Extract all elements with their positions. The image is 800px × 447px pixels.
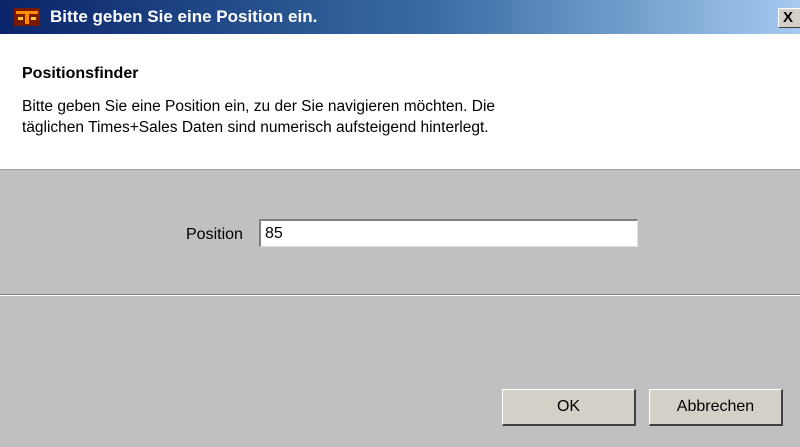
header-divider [0, 169, 800, 170]
position-dialog: Bitte geben Sie eine Position ein. X Pos… [0, 0, 800, 447]
description-line: Bitte geben Sie eine Position ein, zu de… [22, 98, 496, 115]
cancel-button[interactable]: Abbrechen [649, 389, 783, 426]
position-input[interactable] [259, 219, 638, 247]
close-icon: X [783, 9, 794, 26]
header-title: Positionsfinder [22, 65, 139, 82]
position-label: Position [186, 226, 243, 243]
app-logo-icon [14, 8, 40, 26]
ok-button[interactable]: OK [502, 389, 636, 426]
window-title: Bitte geben Sie eine Position ein. [50, 7, 318, 26]
title-bar[interactable]: Bitte geben Sie eine Position ein. X [0, 0, 800, 34]
header-description: Bitte geben Sie eine Position ein, zu de… [22, 96, 722, 138]
dialog-header: Positionsfinder Bitte geben Sie eine Pos… [0, 34, 800, 169]
description-line: täglichen Times+Sales Daten sind numeris… [22, 119, 489, 136]
button-area-divider-highlight [0, 295, 800, 296]
close-button[interactable]: X [778, 8, 800, 28]
